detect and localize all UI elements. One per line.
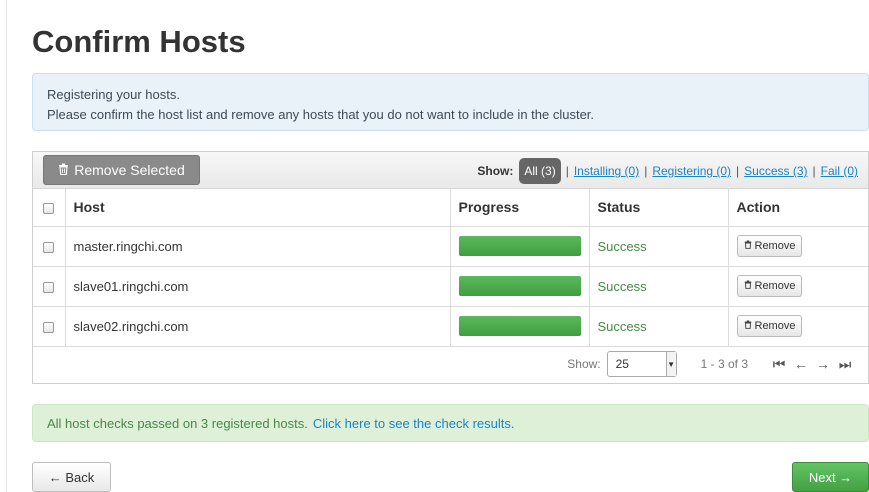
filter-registering[interactable]: Registering (0) — [652, 164, 731, 178]
info-line-2: Please confirm the host list and remove … — [47, 107, 595, 122]
hosts-table: Host Progress Status Action master.ringc… — [33, 189, 868, 347]
table-row: slave01.ringchi.com Success Remove — [33, 265, 868, 307]
page-size-label: Show: — [567, 357, 601, 371]
filter-separator: | — [644, 164, 648, 178]
progress-bar — [458, 236, 581, 256]
row-checkbox[interactable] — [43, 281, 55, 293]
table-header-row: Host Progress Status Action — [33, 189, 868, 227]
trash-icon — [58, 162, 69, 178]
trash-icon — [744, 280, 752, 292]
next-button[interactable]: Next → — [792, 462, 869, 492]
table-row: slave02.ringchi.com Success Remove — [33, 305, 868, 347]
remove-selected-label: Remove Selected — [74, 162, 185, 178]
checks-message: All host checks passed on 3 registered h… — [47, 415, 308, 431]
status-text[interactable]: Success — [588, 265, 729, 307]
first-page-icon[interactable]: ⏮ — [768, 356, 790, 373]
select-all-cell — [33, 189, 66, 227]
next-page-icon[interactable]: → — [812, 356, 834, 372]
status-text[interactable]: Success — [588, 305, 729, 347]
select-all-checkbox[interactable] — [43, 203, 55, 215]
last-page-icon[interactable]: ⏭ — [834, 356, 856, 373]
remove-button[interactable]: Remove — [736, 235, 803, 257]
filter-installing[interactable]: Installing (0) — [574, 164, 639, 178]
trash-icon — [744, 320, 752, 332]
row-checkbox[interactable] — [43, 321, 55, 333]
left-divider — [6, 0, 7, 492]
info-alert: Registering your hosts. Please confirm t… — [32, 73, 869, 131]
trash-icon — [744, 240, 752, 252]
progress-bar-fill — [458, 316, 581, 336]
host-name: slave02.ringchi.com — [64, 305, 451, 347]
remove-label: Remove — [754, 240, 796, 252]
status-filters: Show: All (3) | Installing (0) | Registe… — [477, 156, 858, 186]
remove-button[interactable]: Remove — [736, 275, 803, 297]
status-text[interactable]: Success — [588, 225, 729, 267]
checks-success-alert: All host checks passed on 3 registered h… — [32, 404, 869, 442]
hosts-panel: Remove Selected Show: All (3) | Installi… — [32, 151, 869, 384]
filter-success[interactable]: Success (3) — [744, 164, 807, 178]
page-size-select[interactable]: 25 ▼ — [606, 351, 677, 377]
row-checkbox[interactable] — [43, 241, 55, 253]
progress-bar — [458, 276, 581, 296]
filter-separator: | — [565, 164, 569, 178]
check-results-link[interactable]: Click here to see the check results. — [313, 416, 515, 431]
hosts-toolbar: Remove Selected Show: All (3) | Installi… — [33, 152, 868, 189]
info-line-1: Registering your hosts. — [47, 87, 180, 102]
table-row: master.ringchi.com Success Remove — [33, 225, 868, 267]
page-size-value: 25 — [615, 357, 629, 371]
host-name: master.ringchi.com — [64, 225, 451, 267]
progress-bar — [458, 316, 581, 336]
header-host[interactable]: Host — [64, 189, 451, 227]
filter-show-label: Show: — [477, 164, 514, 178]
remove-selected-button[interactable]: Remove Selected — [43, 155, 200, 185]
remove-button[interactable]: Remove — [736, 315, 803, 337]
pagination: Show: 25 ▼ 1 - 3 of 3 ⏮ ← → ⏭ — [567, 347, 856, 382]
header-progress[interactable]: Progress — [449, 189, 590, 227]
chevron-down-icon: ▼ — [665, 352, 676, 376]
page-title: Confirm Hosts — [32, 24, 246, 59]
header-status[interactable]: Status — [588, 189, 729, 227]
page-range: 1 - 3 of 3 — [700, 357, 748, 371]
progress-bar-fill — [458, 236, 581, 256]
filter-separator: | — [736, 164, 740, 178]
previous-page-icon[interactable]: ← — [790, 356, 812, 372]
filter-separator: | — [812, 164, 816, 178]
remove-label: Remove — [754, 320, 796, 332]
progress-bar-fill — [458, 276, 581, 296]
host-name: slave01.ringchi.com — [64, 265, 451, 307]
filter-fail[interactable]: Fail (0) — [821, 164, 858, 178]
table-footer: Show: 25 ▼ 1 - 3 of 3 ⏮ ← → ⏭ — [33, 347, 868, 382]
back-button[interactable]: ← Back — [32, 462, 111, 492]
header-action: Action — [727, 189, 868, 227]
remove-label: Remove — [754, 280, 796, 292]
filter-all[interactable]: All (3) — [519, 158, 561, 184]
